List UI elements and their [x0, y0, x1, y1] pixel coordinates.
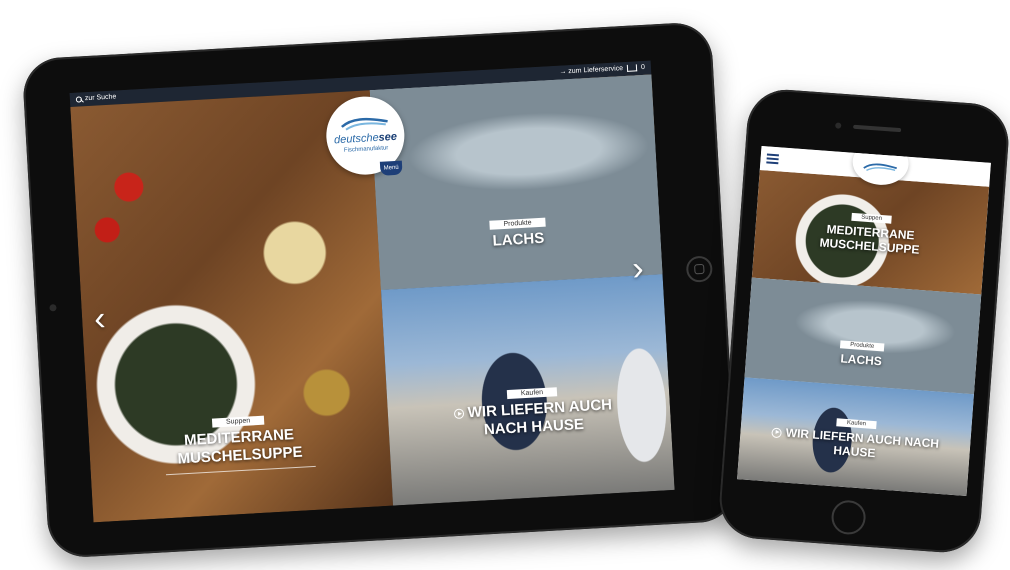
- phone-tile-soup-tag: Suppen: [850, 212, 893, 224]
- phone-tile-delivery-tag: Kaufen: [836, 418, 877, 430]
- search-icon: [75, 95, 83, 103]
- cart-count: 0: [640, 63, 646, 72]
- phone-tile-soup-label: Suppen MEDITERRANE MUSCHELSUPPE: [784, 200, 957, 258]
- play-icon[interactable]: [771, 427, 783, 439]
- home-button[interactable]: [830, 499, 867, 536]
- phone-tile-salmon-title: LACHS: [840, 351, 883, 369]
- search-link[interactable]: zur Suche: [75, 93, 117, 103]
- tile-delivery-tag: Kaufen: [506, 387, 558, 400]
- front-camera: [835, 122, 842, 129]
- tablet-device: zur Suche → zum Lieferservice 0 Suppen M…: [21, 21, 739, 559]
- delivery-service-link[interactable]: → zum Lieferservice: [559, 65, 623, 76]
- wave-logo-icon: [341, 117, 388, 131]
- tile-soup-label: Suppen MEDITERRANE MUSCHELSUPPE: [118, 403, 361, 477]
- home-button[interactable]: [685, 255, 714, 283]
- phone-device: Suppen MEDITERRANE MUSCHELSUPPE Produkte…: [716, 87, 1010, 555]
- tablet-screen: zur Suche → zum Lieferservice 0 Suppen M…: [69, 60, 675, 523]
- tile-salmon-tag: Produkte: [489, 217, 546, 230]
- tile-delivery-label: Kaufen WIR LIEFERN AUCH NACH HAUSE: [437, 376, 630, 441]
- wave-logo-icon: [863, 163, 897, 171]
- prev-arrow-icon[interactable]: ‹: [93, 299, 106, 338]
- search-label: zur Suche: [84, 93, 117, 103]
- speaker-grille: [853, 124, 902, 133]
- divider: [165, 465, 316, 476]
- phone-tile-delivery[interactable]: Kaufen WIR LIEFERN AUCH NACH HAUSE: [737, 377, 974, 496]
- tile-salmon-title: LACHS: [492, 229, 545, 250]
- hamburger-menu-icon[interactable]: [766, 153, 779, 165]
- tile-delivery[interactable]: Kaufen WIR LIEFERN AUCH NACH HAUSE: [380, 274, 675, 506]
- play-icon[interactable]: [453, 408, 465, 420]
- tile-soup-tag: Suppen: [211, 415, 265, 428]
- delivery-area: → zum Lieferservice 0: [559, 64, 645, 76]
- next-arrow-icon[interactable]: ›: [631, 249, 644, 288]
- phone-tile-delivery-label: Kaufen WIR LIEFERN AUCH NACH HAUSE: [749, 404, 962, 465]
- phone-tile-salmon[interactable]: Produkte LACHS: [744, 277, 982, 395]
- phone-tile-salmon-tag: Produkte: [839, 340, 885, 352]
- tile-salmon-label: Produkte LACHS: [437, 208, 599, 253]
- tile-salmon[interactable]: Produkte LACHS: [369, 74, 663, 290]
- cart-icon[interactable]: [626, 64, 638, 72]
- phone-tile-soup[interactable]: Suppen MEDITERRANE MUSCHELSUPPE: [751, 169, 990, 295]
- phone-screen: Suppen MEDITERRANE MUSCHELSUPPE Produkte…: [737, 146, 991, 496]
- phone-tile-salmon-label: Produkte LACHS: [801, 330, 923, 371]
- front-camera: [49, 304, 57, 312]
